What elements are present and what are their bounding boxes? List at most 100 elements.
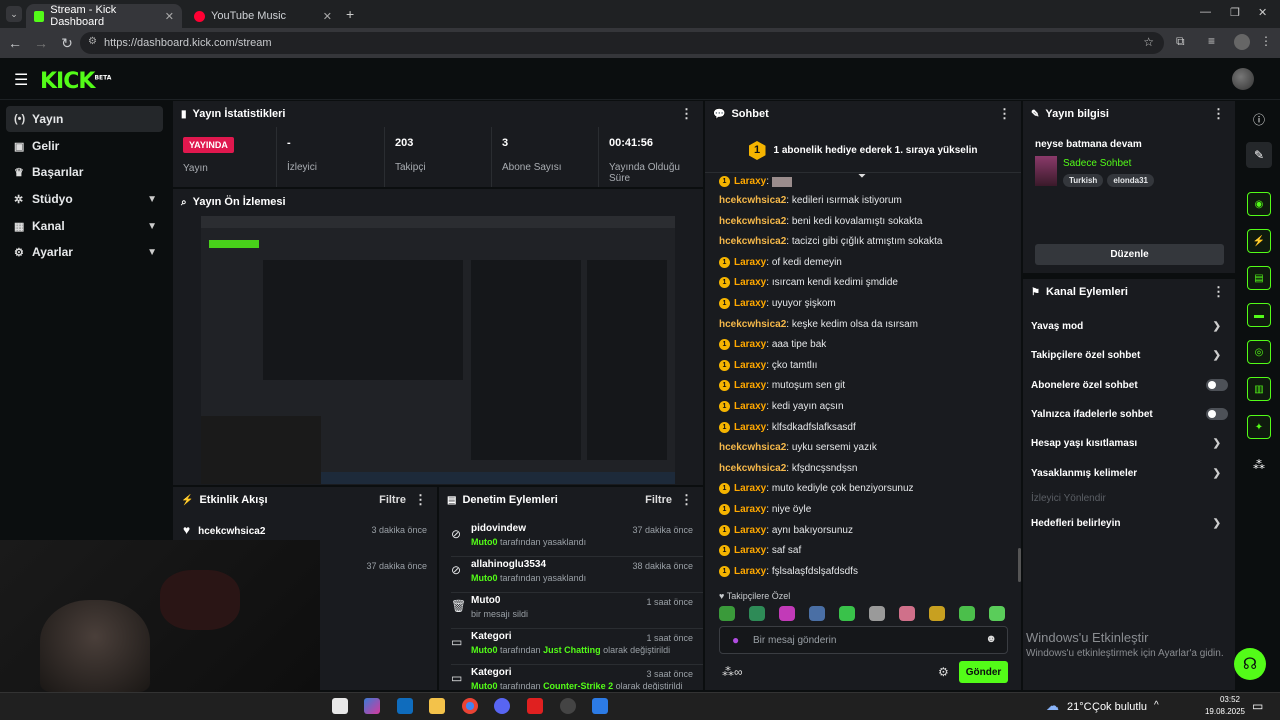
microphone-icon[interactable]: ● (732, 633, 739, 647)
more-options-icon[interactable]: ⋮ (414, 492, 427, 508)
reload-icon[interactable]: ↻ (54, 30, 80, 56)
back-arrow-icon[interactable]: ← (2, 30, 28, 56)
sidebar-item-basarilar[interactable]: ♛ Başarılar (6, 159, 163, 185)
widget-broadcast-icon[interactable]: ◎ (1247, 340, 1271, 364)
taskbar-app-icon[interactable] (592, 698, 608, 714)
more-options-icon[interactable]: ⋮ (1212, 106, 1225, 122)
emote-icon[interactable] (989, 606, 1005, 621)
notification-icon[interactable]: ▭ (1252, 699, 1263, 713)
hamburger-menu-icon[interactable]: ☰ (14, 70, 28, 90)
emote-icon[interactable] (749, 606, 765, 621)
stream-preview-video[interactable] (201, 216, 675, 484)
browser-menu-icon[interactable]: ⋮ (1260, 34, 1272, 48)
sidebar-item-ayarlar[interactable]: ⚙ Ayarlar ▼ (6, 239, 163, 265)
tab-youtube-music[interactable]: YouTube Music ✕ (186, 4, 340, 28)
more-options-icon[interactable]: ⋮ (680, 106, 693, 122)
set-goals-item[interactable]: Hedefleri belirleyin ❯ (1031, 513, 1221, 533)
emote-icon[interactable] (839, 606, 855, 621)
sidebar-item-studyo[interactable]: ✲ Stüdyo ▼ (6, 186, 163, 212)
close-icon[interactable]: ✕ (323, 10, 332, 23)
emoji-picker-icon[interactable]: ☻ (985, 633, 997, 645)
taskbar-app-icon[interactable] (527, 698, 543, 714)
chrome-icon[interactable] (462, 698, 478, 714)
sidebar-item-gelir[interactable]: ▣ Gelir (6, 133, 163, 159)
chat-username[interactable]: hcekcwhsica2 (719, 442, 786, 453)
tag[interactable]: Turkish (1063, 174, 1104, 187)
emote-icon[interactable] (899, 606, 915, 621)
chat-username[interactable]: Laraxy (734, 401, 766, 412)
filter-button[interactable]: Filtre (379, 494, 406, 506)
emote-icon[interactable] (809, 606, 825, 621)
taskbar-app-icon[interactable] (332, 698, 348, 714)
chat-username[interactable]: hcekcwhsica2 (719, 236, 786, 247)
widget-camera-icon[interactable]: ◉ (1247, 192, 1271, 216)
chat-username[interactable]: hcekcwhsica2 (719, 319, 786, 330)
slow-mode-item[interactable]: Yavaş mod ❯ (1031, 316, 1221, 336)
chat-username[interactable]: Laraxy (734, 484, 766, 495)
close-icon[interactable]: ✕ (165, 10, 174, 23)
category-name[interactable]: Sadece Sohbet (1063, 158, 1131, 169)
chat-username[interactable]: hcekcwhsica2 (719, 216, 786, 227)
widget-document-icon[interactable]: ▤ (1247, 266, 1271, 290)
clock-date[interactable]: 19.08.2025 (1204, 707, 1246, 716)
widget-chat-icon[interactable]: ▬ (1247, 303, 1271, 327)
chat-username[interactable]: Laraxy (734, 504, 766, 515)
pinned-gift-banner[interactable]: 1 1 abonelik hediye ederek 1. sıraya yük… (705, 129, 1021, 173)
emote-only-toggle[interactable] (1206, 408, 1228, 420)
filter-button[interactable]: Filtre (645, 494, 672, 506)
banned-words-item[interactable]: Yasaklanmış kelimeler ❯ (1031, 463, 1221, 483)
clock-time[interactable]: 03:52 (1214, 695, 1246, 704)
forward-arrow-icon[interactable]: → (28, 30, 54, 56)
chat-scrollbar[interactable] (1018, 548, 1021, 582)
taskbar-app-icon[interactable] (364, 698, 380, 714)
more-widgets-icon[interactable]: ⁂ (1253, 458, 1265, 472)
chat-username[interactable]: Laraxy (734, 278, 766, 289)
account-age-item[interactable]: Hesap yaşı kısıtlaması ❯ (1031, 433, 1221, 453)
emote-icon[interactable] (869, 606, 885, 621)
chat-tools-icon[interactable]: ⁂∞ (722, 665, 743, 679)
chat-username[interactable]: Laraxy (734, 525, 766, 536)
weather-desc[interactable]: Çok bulutlu (1092, 701, 1147, 713)
file-explorer-icon[interactable] (429, 698, 445, 714)
tab-search-icon[interactable]: ⌄ (6, 6, 22, 22)
more-options-icon[interactable]: ⋮ (1212, 284, 1225, 300)
profile-avatar-icon[interactable] (1234, 34, 1250, 50)
followers-only-item[interactable]: Takipçilere özel sohbet ❯ (1031, 345, 1221, 365)
user-avatar[interactable] (1232, 68, 1254, 90)
bookmark-star-icon[interactable]: ☆ (1143, 35, 1154, 49)
window-close-icon[interactable]: ✕ (1258, 6, 1267, 19)
address-bar-input[interactable]: ⚙ https://dashboard.kick.com/stream ☆ (80, 32, 1164, 54)
more-options-icon[interactable]: ⋮ (680, 492, 693, 508)
tab-kick-dashboard[interactable]: Stream - Kick Dashboard ✕ (26, 4, 182, 28)
send-button[interactable]: Gönder (959, 661, 1008, 683)
chat-username[interactable]: Laraxy (734, 381, 766, 392)
chat-username[interactable]: Laraxy (734, 545, 766, 556)
info-icon[interactable]: ⓘ (1253, 111, 1265, 128)
chat-input-field[interactable]: ● Bir mesaj gönderin ☻ (719, 626, 1008, 654)
chat-username[interactable]: Laraxy (734, 422, 766, 433)
tag[interactable]: elonda31 (1107, 174, 1154, 187)
taskbar-app-icon[interactable] (560, 698, 576, 714)
weather-temp[interactable]: 21°C (1067, 701, 1092, 713)
extensions-icon[interactable]: ⧉ (1176, 34, 1185, 49)
kick-logo[interactable]: KICKBETA (40, 69, 111, 94)
minimize-icon[interactable]: — (1200, 6, 1211, 18)
site-info-icon[interactable]: ⚙ (88, 36, 97, 47)
new-tab-plus-icon[interactable]: + (346, 6, 354, 22)
outlook-icon[interactable] (397, 698, 413, 714)
sidebar-item-kanal[interactable]: ▦ Kanal ▼ (6, 213, 163, 239)
media-controls-icon[interactable]: ≡ (1208, 34, 1215, 48)
support-headset-icon[interactable]: ☊ (1234, 648, 1266, 680)
tray-chevron-icon[interactable]: ^ (1154, 700, 1159, 711)
chat-username[interactable]: Laraxy (734, 360, 766, 371)
chat-username[interactable]: Laraxy (734, 339, 766, 350)
chat-username[interactable]: Laraxy (734, 257, 766, 268)
edit-layout-pencil-icon[interactable]: ✎ (1246, 142, 1272, 168)
emote-icon[interactable] (779, 606, 795, 621)
chat-username[interactable]: hcekcwhsica2 (719, 195, 786, 206)
sidebar-item-yayin[interactable]: (•) Yayın (6, 106, 163, 132)
widget-lightning-icon[interactable]: ⚡ (1247, 229, 1271, 253)
chat-username[interactable]: Laraxy (734, 566, 766, 577)
discord-icon[interactable] (494, 698, 510, 714)
chat-username[interactable]: Laraxy (734, 176, 766, 187)
